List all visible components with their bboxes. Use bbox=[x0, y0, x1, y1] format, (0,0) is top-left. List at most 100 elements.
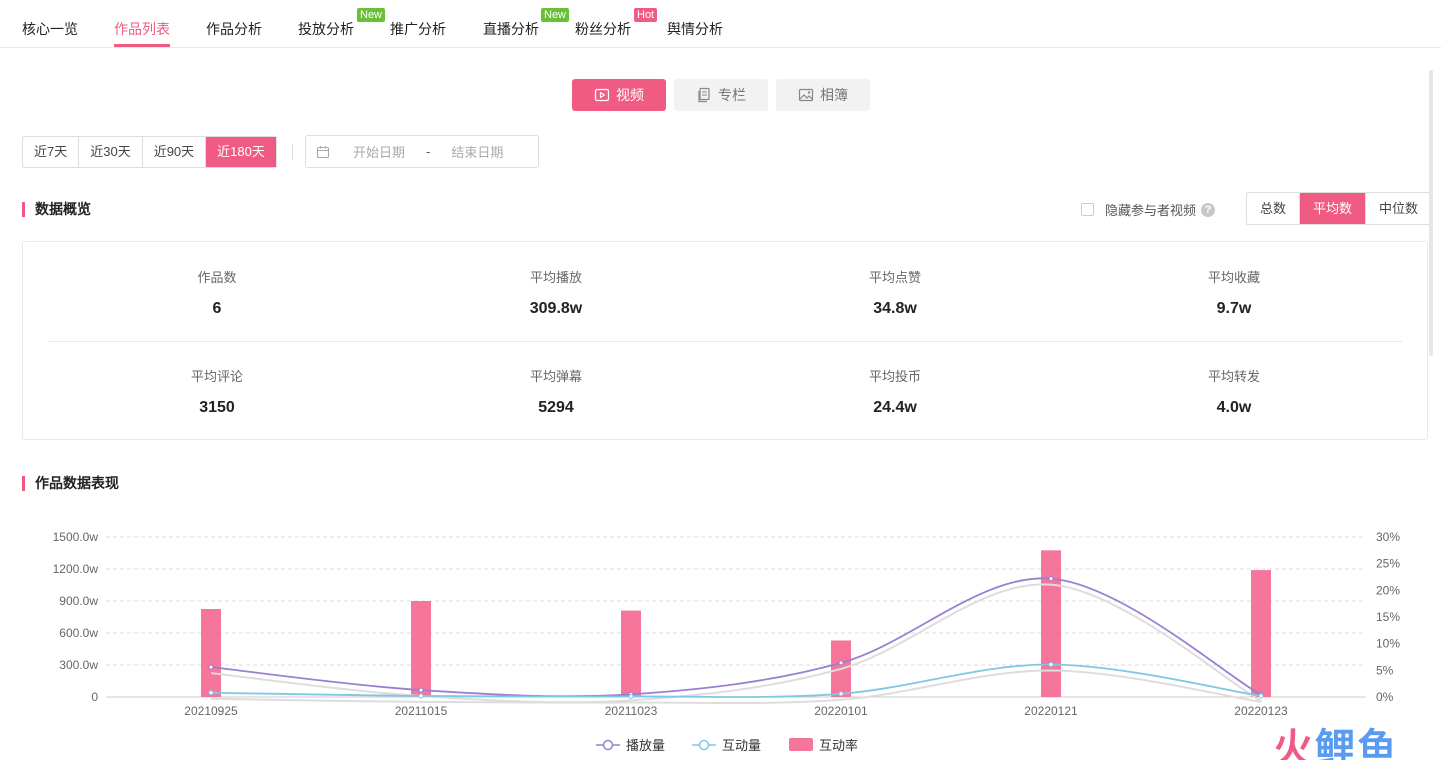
top-nav: 核心一览 作品列表 作品分析 投放分析 New 推广分析 直播分析 New 粉丝… bbox=[0, 0, 1441, 48]
end-date-placeholder[interactable]: 结束日期 bbox=[451, 142, 503, 161]
range-90-days[interactable]: 近90天 bbox=[143, 137, 207, 167]
stat-label: 平均收藏 bbox=[1207, 270, 1260, 285]
stat-works-count: 作品数 6 bbox=[117, 267, 317, 318]
calendar-icon bbox=[316, 145, 330, 158]
overview-stats-card: 作品数 6 平均播放 309.8w 平均点赞 34.8w 平均收藏 9.7w 平均评论 3… bbox=[22, 241, 1428, 440]
stat-label: 平均弹幕 bbox=[529, 369, 582, 384]
column-type-button[interactable]: 专栏 bbox=[674, 79, 768, 111]
stat-avg-comments: 平均评论 3150 bbox=[117, 366, 317, 417]
stat-label: 平均播放 bbox=[529, 270, 582, 285]
y-right-tick-label: 15% bbox=[1376, 610, 1400, 624]
legend-interaction-rate-label: 互动率 bbox=[819, 738, 859, 753]
video-type-button[interactable]: 视频 bbox=[572, 79, 666, 111]
tab-fans-analysis[interactable]: 粉丝分析 bbox=[575, 19, 631, 39]
tab-core-overview[interactable]: 核心一览 bbox=[22, 19, 78, 39]
tab-ad-analysis[interactable]: 投放分析 bbox=[298, 19, 354, 39]
line-legend-icon bbox=[596, 739, 620, 750]
legend-plays-label: 播放量 bbox=[626, 738, 666, 753]
mode-total[interactable]: 总数 bbox=[1247, 193, 1301, 224]
line-point bbox=[418, 687, 424, 693]
watermark-text: 鲤 bbox=[1315, 726, 1357, 760]
tab-promotion-analysis[interactable]: 推广分析 bbox=[390, 19, 446, 39]
stat-avg-plays: 平均播放 309.8w bbox=[456, 267, 656, 318]
bar-legend-icon bbox=[789, 738, 813, 751]
tab-works-list[interactable]: 作品列表 bbox=[114, 19, 170, 39]
scrollbar[interactable] bbox=[1429, 70, 1433, 356]
line-plays bbox=[210, 577, 1262, 698]
watermark-text: 火 bbox=[1273, 726, 1315, 760]
legend-interactions[interactable]: 互动量 bbox=[692, 735, 761, 754]
play-icon bbox=[594, 88, 610, 102]
line-point bbox=[628, 693, 634, 699]
stat-value: 309.8w bbox=[529, 300, 583, 317]
range-180-days[interactable]: 近180天 bbox=[206, 137, 276, 167]
stat-value: 34.8w bbox=[873, 300, 917, 317]
y-right-tick-label: 20% bbox=[1376, 583, 1400, 597]
bar-interaction-rate bbox=[411, 601, 431, 697]
stat-value: 6 bbox=[212, 300, 222, 317]
stat-label: 平均点赞 bbox=[868, 270, 921, 285]
range-30-days[interactable]: 近30天 bbox=[79, 137, 143, 167]
stat-avg-favorites: 平均收藏 9.7w bbox=[1134, 267, 1334, 318]
performance-chart: 0 300.0w 600.0w 900.0w 1200.0w 1500.0w 0% 5% 10%… bbox=[53, 530, 1401, 718]
image-icon bbox=[798, 88, 814, 102]
line-point bbox=[208, 664, 214, 670]
hide-participant-label: 隐藏参与者视频 bbox=[1105, 203, 1197, 218]
start-date-placeholder[interactable]: 开始日期 bbox=[353, 142, 405, 161]
x-tick-label: 20220121 bbox=[1024, 704, 1078, 718]
stat-value: 3150 bbox=[199, 399, 235, 416]
legend-plays[interactable]: 播放量 bbox=[596, 735, 665, 754]
range-7-days[interactable]: 近7天 bbox=[23, 137, 80, 167]
x-tick-label: 20220101 bbox=[814, 704, 868, 718]
mode-average[interactable]: 平均数 bbox=[1300, 193, 1367, 224]
help-icon[interactable]: ? bbox=[1201, 202, 1216, 217]
watermark-text: 鱼 bbox=[1357, 726, 1399, 760]
album-type-button[interactable]: 相簿 bbox=[776, 79, 870, 111]
tab-works-analysis[interactable]: 作品分析 bbox=[206, 19, 262, 39]
y-right-tick-label: 25% bbox=[1376, 557, 1400, 571]
new-badge: New bbox=[357, 8, 386, 22]
line-point bbox=[838, 691, 844, 697]
line-legend-icon bbox=[692, 739, 716, 750]
mode-median[interactable]: 中位数 bbox=[1366, 193, 1431, 224]
stat-value: 24.4w bbox=[873, 399, 917, 416]
new-badge: New bbox=[541, 8, 570, 22]
stat-label: 平均投币 bbox=[868, 369, 921, 384]
divider bbox=[292, 144, 293, 160]
hide-participant-option[interactable]: 隐藏参与者视频 ? bbox=[1081, 200, 1216, 219]
performance-title: 作品数据表现 bbox=[22, 476, 119, 491]
y-right-tick-label: 0% bbox=[1376, 690, 1394, 704]
hot-badge: Hot bbox=[634, 8, 658, 22]
active-tab-indicator bbox=[114, 44, 170, 47]
y-left-tick-label: 1200.0w bbox=[53, 562, 99, 576]
date-range-picker[interactable]: 开始日期 - 结束日期 bbox=[305, 135, 539, 168]
y-right-tick-label: 5% bbox=[1376, 663, 1394, 677]
line-point bbox=[838, 660, 844, 666]
overview-title: 数据概览 bbox=[22, 202, 91, 217]
legend-interaction-rate[interactable]: 互动率 bbox=[789, 735, 858, 754]
tab-sentiment-analysis[interactable]: 舆情分析 bbox=[667, 19, 723, 39]
stat-value: 4.0w bbox=[1216, 399, 1252, 416]
stat-label: 平均转发 bbox=[1207, 369, 1260, 384]
x-tick-label: 20211023 bbox=[605, 704, 658, 718]
date-separator: - bbox=[426, 144, 431, 159]
tab-live-analysis[interactable]: 直播分析 bbox=[483, 19, 539, 39]
line-point bbox=[208, 690, 214, 696]
stat-label: 平均评论 bbox=[190, 369, 243, 384]
y-right-tick-label: 30% bbox=[1376, 530, 1400, 544]
stat-label: 作品数 bbox=[197, 270, 237, 285]
line-point bbox=[418, 693, 424, 699]
hide-participant-checkbox[interactable] bbox=[1081, 203, 1094, 216]
y-left-tick-label: 0 bbox=[91, 690, 98, 704]
line-point bbox=[1258, 693, 1264, 699]
legend-interactions-label: 互动量 bbox=[722, 738, 762, 753]
stat-value: 5294 bbox=[538, 399, 574, 416]
line-point bbox=[1048, 576, 1054, 582]
y-left-tick-label: 1500.0w bbox=[53, 530, 99, 544]
metric-mode-selector: 总数 平均数 中位数 bbox=[1246, 192, 1433, 225]
stat-avg-likes: 平均点赞 34.8w bbox=[795, 267, 995, 318]
stat-avg-shares: 平均转发 4.0w bbox=[1134, 366, 1334, 417]
video-type-label: 视频 bbox=[616, 87, 644, 103]
y-left-tick-label: 300.0w bbox=[59, 658, 98, 672]
bar-interaction-rate bbox=[1251, 570, 1271, 697]
